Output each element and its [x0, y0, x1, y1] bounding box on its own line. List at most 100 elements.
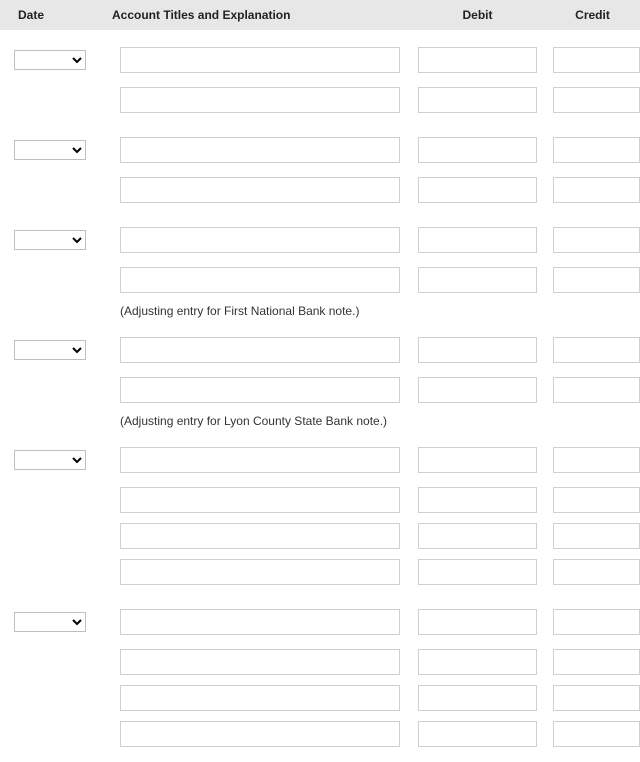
- credit-cell: [545, 267, 640, 293]
- debit-input[interactable]: [418, 685, 537, 711]
- date-select[interactable]: [14, 140, 86, 160]
- account-cell: [100, 447, 410, 473]
- credit-cell: [545, 721, 640, 747]
- header-debit: Debit: [410, 8, 545, 22]
- credit-input[interactable]: [553, 685, 640, 711]
- credit-input[interactable]: [553, 177, 640, 203]
- credit-input[interactable]: [553, 137, 640, 163]
- debit-input[interactable]: [418, 609, 537, 635]
- debit-input[interactable]: [418, 649, 537, 675]
- debit-cell: [410, 47, 545, 73]
- date-select[interactable]: [14, 612, 86, 632]
- credit-input[interactable]: [553, 87, 640, 113]
- date-cell: [0, 612, 100, 632]
- credit-input[interactable]: [553, 377, 640, 403]
- account-cell: [100, 177, 410, 203]
- journal-line: [0, 716, 640, 752]
- account-input[interactable]: [120, 47, 400, 73]
- account-input[interactable]: [120, 487, 400, 513]
- debit-cell: [410, 137, 545, 163]
- account-input[interactable]: [120, 649, 400, 675]
- credit-input[interactable]: [553, 267, 640, 293]
- group-gap: [0, 590, 640, 600]
- debit-input[interactable]: [418, 721, 537, 747]
- group-gap: [0, 752, 640, 762]
- account-input[interactable]: [120, 685, 400, 711]
- credit-cell: [545, 559, 640, 585]
- credit-input[interactable]: [553, 447, 640, 473]
- date-select[interactable]: [14, 450, 86, 470]
- account-cell: [100, 523, 410, 549]
- debit-cell: [410, 227, 545, 253]
- account-cell: [100, 267, 410, 293]
- account-input[interactable]: [120, 377, 400, 403]
- debit-input[interactable]: [418, 267, 537, 293]
- debit-input[interactable]: [418, 377, 537, 403]
- credit-input[interactable]: [553, 721, 640, 747]
- credit-input[interactable]: [553, 487, 640, 513]
- debit-cell: [410, 487, 545, 513]
- debit-input[interactable]: [418, 177, 537, 203]
- account-input[interactable]: [120, 267, 400, 293]
- account-input[interactable]: [120, 721, 400, 747]
- account-input[interactable]: [120, 87, 400, 113]
- journal-line: [0, 644, 640, 680]
- account-input[interactable]: [120, 227, 400, 253]
- credit-cell: [545, 227, 640, 253]
- journal-line: [0, 600, 640, 644]
- table-header: Date Account Titles and Explanation Debi…: [0, 0, 640, 30]
- credit-cell: [545, 649, 640, 675]
- date-select[interactable]: [14, 50, 86, 70]
- credit-cell: [545, 487, 640, 513]
- debit-input[interactable]: [418, 47, 537, 73]
- date-cell: [0, 340, 100, 360]
- account-input[interactable]: [120, 137, 400, 163]
- journal-line: [0, 482, 640, 518]
- account-cell: [100, 487, 410, 513]
- credit-input[interactable]: [553, 227, 640, 253]
- credit-input[interactable]: [553, 47, 640, 73]
- account-cell: [100, 47, 410, 73]
- explanation-text: (Adjusting entry for Lyon County State B…: [0, 408, 640, 438]
- debit-cell: [410, 337, 545, 363]
- debit-input[interactable]: [418, 487, 537, 513]
- group-gap: [0, 118, 640, 128]
- account-input[interactable]: [120, 177, 400, 203]
- account-cell: [100, 377, 410, 403]
- debit-input[interactable]: [418, 227, 537, 253]
- credit-input[interactable]: [553, 559, 640, 585]
- debit-input[interactable]: [418, 559, 537, 585]
- debit-input[interactable]: [418, 137, 537, 163]
- account-cell: [100, 227, 410, 253]
- credit-input[interactable]: [553, 649, 640, 675]
- account-input[interactable]: [120, 447, 400, 473]
- debit-input[interactable]: [418, 337, 537, 363]
- header-date: Date: [0, 8, 100, 22]
- journal-line: [0, 262, 640, 298]
- debit-input[interactable]: [418, 523, 537, 549]
- account-input[interactable]: [120, 337, 400, 363]
- account-input[interactable]: [120, 609, 400, 635]
- credit-input[interactable]: [553, 337, 640, 363]
- account-input[interactable]: [120, 523, 400, 549]
- debit-cell: [410, 685, 545, 711]
- credit-cell: [545, 137, 640, 163]
- account-input[interactable]: [120, 559, 400, 585]
- debit-input[interactable]: [418, 447, 537, 473]
- date-select[interactable]: [14, 230, 86, 250]
- date-cell: [0, 230, 100, 250]
- credit-cell: [545, 523, 640, 549]
- account-cell: [100, 337, 410, 363]
- credit-input[interactable]: [553, 609, 640, 635]
- journal-line: [0, 172, 640, 208]
- group-gap: [0, 208, 640, 218]
- date-cell: [0, 50, 100, 70]
- debit-cell: [410, 87, 545, 113]
- credit-cell: [545, 609, 640, 635]
- explanation-text: (Adjusting entry for First National Bank…: [0, 298, 640, 328]
- date-select[interactable]: [14, 340, 86, 360]
- debit-input[interactable]: [418, 87, 537, 113]
- header-account: Account Titles and Explanation: [100, 8, 410, 22]
- credit-input[interactable]: [553, 523, 640, 549]
- journal-line: [0, 128, 640, 172]
